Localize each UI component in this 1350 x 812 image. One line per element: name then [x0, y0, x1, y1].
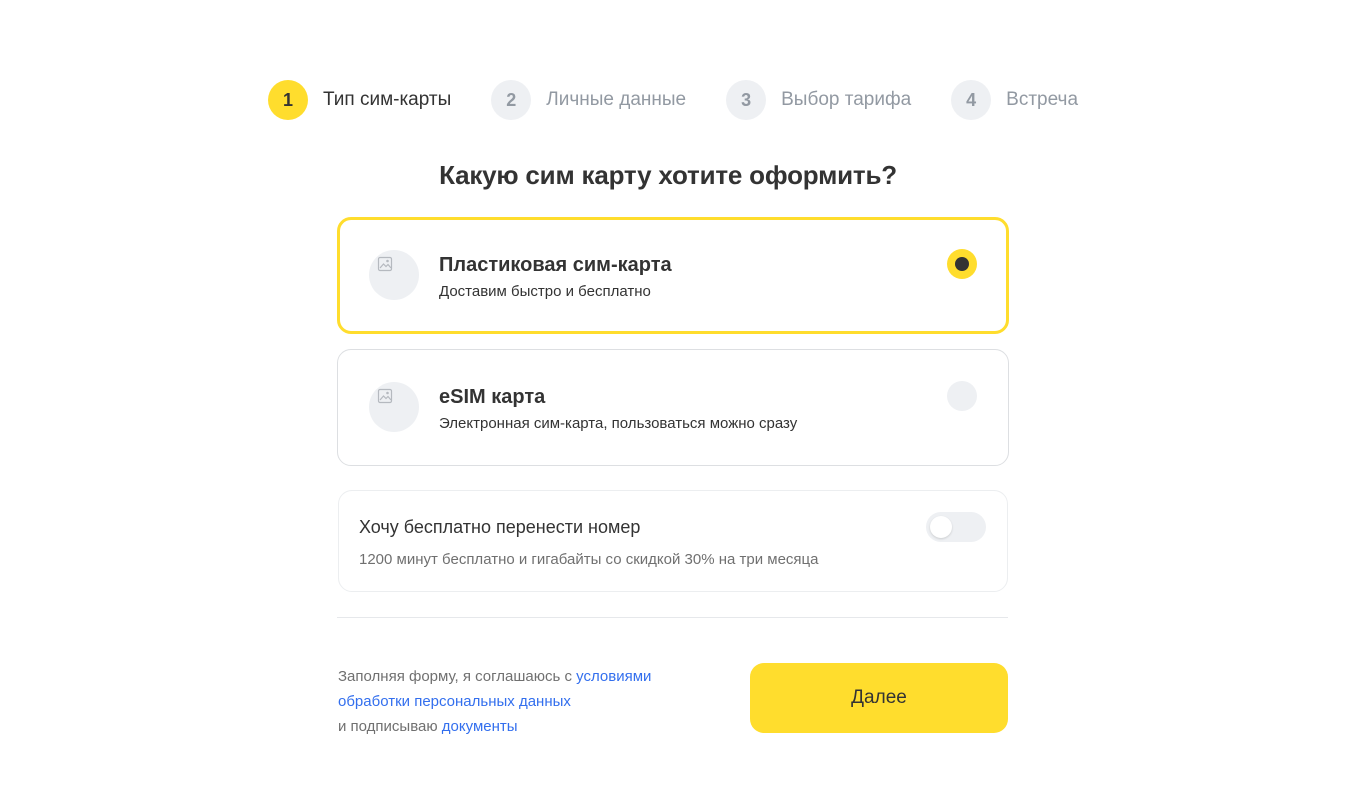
step-label: Выбор тарифа [781, 89, 912, 110]
consent-prefix: Заполняя форму, я соглашаюсь с [338, 668, 577, 685]
radio-selected[interactable] [947, 249, 977, 279]
number-transfer-toggle[interactable] [926, 512, 986, 542]
broken-image-icon [377, 388, 393, 404]
number-transfer-title: Хочу бесплатно перенести номер [359, 517, 641, 537]
toggle-knob [930, 516, 952, 538]
stepper: 1 Тип сим-карты 2 Личные данные 3 Выбор … [268, 80, 1078, 120]
step-number: 1 [268, 80, 308, 120]
broken-image-icon [377, 256, 393, 272]
option-title: Пластиковая сим-карта [439, 254, 672, 276]
step-label: Тип сим-карты [323, 89, 452, 110]
documents-link[interactable]: документы [442, 718, 518, 735]
step-number: 3 [726, 80, 767, 120]
consent-middle: и подписываю [338, 718, 442, 735]
step-label: Личные данные [546, 89, 687, 110]
image-placeholder-icon [369, 382, 419, 432]
option-plastic-sim[interactable]: Пластиковая сим-карта Доставим быстро и … [337, 217, 1009, 334]
next-button[interactable]: Далее [750, 663, 1008, 733]
step-personal-data: 2 Личные данные [491, 80, 686, 120]
step-meeting: 4 Встреча [951, 80, 1078, 120]
step-number: 4 [951, 80, 992, 120]
step-sim-type: 1 Тип сим-карты [268, 80, 451, 120]
step-number: 2 [491, 80, 532, 120]
number-transfer-subtitle: 1200 минут бесплатно и гигабайты со скид… [359, 551, 819, 568]
page-title: Какую сим карту хотите оформить? [439, 160, 897, 190]
divider [337, 617, 1008, 618]
option-subtitle: Электронная сим-карта, пользоваться можн… [439, 415, 798, 432]
option-subtitle: Доставим быстро и бесплатно [439, 283, 651, 300]
radio-unselected[interactable] [947, 381, 977, 411]
step-tariff: 3 Выбор тарифа [726, 80, 911, 120]
consent-text: Заполняя форму, я соглашаюсь с условиями… [338, 664, 718, 739]
radio-dot [955, 257, 969, 271]
number-transfer-card: Хочу бесплатно перенести номер 1200 мину… [338, 490, 1008, 592]
option-title: eSIM карта [439, 386, 546, 408]
option-esim[interactable]: eSIM карта Электронная сим-карта, пользо… [337, 349, 1009, 466]
step-label: Встреча [1006, 89, 1079, 110]
image-placeholder-icon [369, 250, 419, 300]
